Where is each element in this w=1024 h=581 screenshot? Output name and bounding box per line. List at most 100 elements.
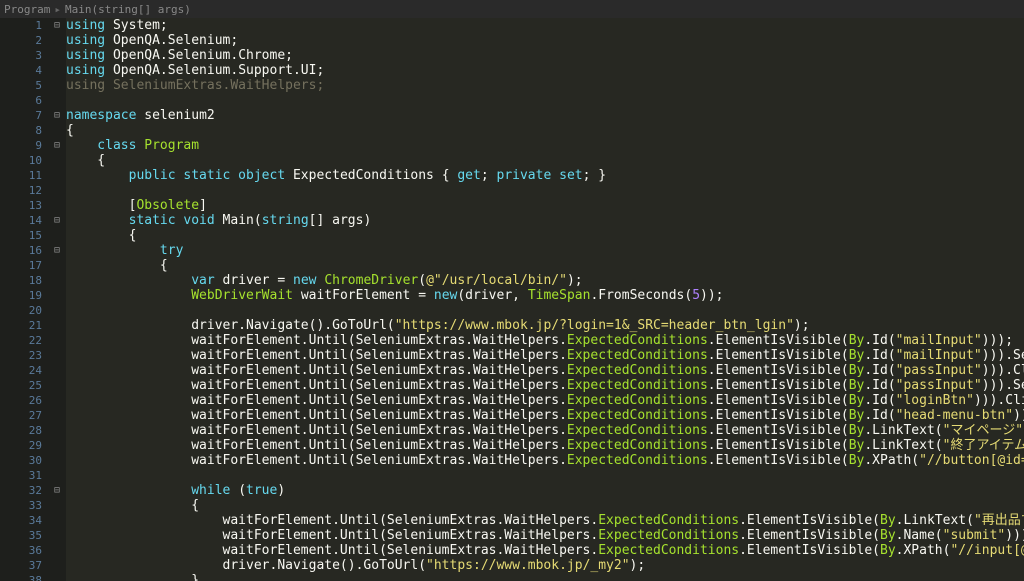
code-line[interactable]: while (true)	[66, 483, 1024, 498]
line-number: 30	[0, 453, 42, 468]
code-line[interactable]: using OpenQA.Selenium.Chrome;	[66, 48, 1024, 63]
line-number: 33	[0, 498, 42, 513]
line-number: 2	[0, 33, 42, 48]
line-number: 6	[0, 93, 42, 108]
breadcrumb-item-program[interactable]: Program	[4, 3, 50, 16]
line-number: 18	[0, 273, 42, 288]
code-line[interactable]	[66, 93, 1024, 108]
fold-toggle	[48, 468, 66, 483]
code-line[interactable]: using OpenQA.Selenium;	[66, 33, 1024, 48]
line-number: 5	[0, 78, 42, 93]
code-line[interactable]: waitForElement.Until(SeleniumExtras.Wait…	[66, 543, 1024, 558]
code-line[interactable]: waitForElement.Until(SeleniumExtras.Wait…	[66, 453, 1024, 468]
code-line[interactable]: static void Main(string[] args)	[66, 213, 1024, 228]
fold-toggle	[48, 153, 66, 168]
code-line[interactable]: }	[66, 573, 1024, 581]
line-number: 25	[0, 378, 42, 393]
line-number: 20	[0, 303, 42, 318]
fold-toggle[interactable]: ⊟	[48, 18, 66, 33]
fold-toggle	[48, 33, 66, 48]
code-line[interactable]: WebDriverWait waitForElement = new(drive…	[66, 288, 1024, 303]
code-area[interactable]: using System;using OpenQA.Selenium;using…	[66, 18, 1024, 581]
line-number: 27	[0, 408, 42, 423]
code-line[interactable]: waitForElement.Until(SeleniumExtras.Wait…	[66, 408, 1024, 423]
line-number: 4	[0, 63, 42, 78]
code-line[interactable]: waitForElement.Until(SeleniumExtras.Wait…	[66, 393, 1024, 408]
fold-toggle	[48, 78, 66, 93]
code-editor[interactable]: 1234567891011121314151617181920212223242…	[0, 18, 1024, 581]
code-line[interactable]: waitForElement.Until(SeleniumExtras.Wait…	[66, 513, 1024, 528]
code-line[interactable]: {	[66, 498, 1024, 513]
code-line[interactable]: waitForElement.Until(SeleniumExtras.Wait…	[66, 378, 1024, 393]
code-line[interactable]: driver.Navigate().GoToUrl("https://www.m…	[66, 318, 1024, 333]
code-line[interactable]: waitForElement.Until(SeleniumExtras.Wait…	[66, 423, 1024, 438]
fold-toggle[interactable]: ⊟	[48, 108, 66, 123]
code-line[interactable]: {	[66, 153, 1024, 168]
line-number: 11	[0, 168, 42, 183]
line-number: 23	[0, 348, 42, 363]
line-number: 36	[0, 543, 42, 558]
fold-toggle	[48, 168, 66, 183]
line-number: 1	[0, 18, 42, 33]
code-line[interactable]: using System;	[66, 18, 1024, 33]
code-line[interactable]: waitForElement.Until(SeleniumExtras.Wait…	[66, 348, 1024, 363]
fold-toggle[interactable]: ⊟	[48, 243, 66, 258]
fold-toggle[interactable]: ⊟	[48, 138, 66, 153]
fold-toggle[interactable]: ⊟	[48, 213, 66, 228]
line-number: 10	[0, 153, 42, 168]
code-line[interactable]: driver.Navigate().GoToUrl("https://www.m…	[66, 558, 1024, 573]
fold-toggle	[48, 558, 66, 573]
code-line[interactable]: waitForElement.Until(SeleniumExtras.Wait…	[66, 363, 1024, 378]
code-line[interactable]: waitForElement.Until(SeleniumExtras.Wait…	[66, 438, 1024, 453]
line-number: 38	[0, 573, 42, 581]
breadcrumb[interactable]: Program ▸ Main(string[] args)	[0, 0, 1024, 18]
line-number: 31	[0, 468, 42, 483]
fold-toggle	[48, 438, 66, 453]
fold-toggle	[48, 378, 66, 393]
code-line[interactable]: {	[66, 123, 1024, 138]
line-number-gutter: 1234567891011121314151617181920212223242…	[0, 18, 48, 581]
code-line[interactable]: var driver = new ChromeDriver(@"/usr/loc…	[66, 273, 1024, 288]
fold-toggle	[48, 423, 66, 438]
fold-toggle	[48, 513, 66, 528]
line-number: 28	[0, 423, 42, 438]
fold-toggle	[48, 258, 66, 273]
line-number: 12	[0, 183, 42, 198]
code-line[interactable]: using SeleniumExtras.WaitHelpers;	[66, 78, 1024, 93]
code-line[interactable]: {	[66, 258, 1024, 273]
code-line[interactable]	[66, 303, 1024, 318]
fold-toggle	[48, 228, 66, 243]
fold-toggle	[48, 528, 66, 543]
code-line[interactable]: using OpenQA.Selenium.Support.UI;	[66, 63, 1024, 78]
code-line[interactable]: try	[66, 243, 1024, 258]
line-number: 3	[0, 48, 42, 63]
fold-toggle	[48, 408, 66, 423]
line-number: 21	[0, 318, 42, 333]
fold-toggle	[48, 318, 66, 333]
code-line[interactable]: waitForElement.Until(SeleniumExtras.Wait…	[66, 333, 1024, 348]
fold-toggle	[48, 498, 66, 513]
code-line[interactable]	[66, 183, 1024, 198]
code-line[interactable]: public static object ExpectedConditions …	[66, 168, 1024, 183]
fold-toggle	[48, 573, 66, 581]
code-line[interactable]: {	[66, 228, 1024, 243]
line-number: 8	[0, 123, 42, 138]
line-number: 37	[0, 558, 42, 573]
code-line[interactable]: class Program	[66, 138, 1024, 153]
fold-gutter[interactable]: ⊟ ⊟ ⊟ ⊟ ⊟ ⊟	[48, 18, 66, 581]
line-number: 34	[0, 513, 42, 528]
fold-toggle	[48, 93, 66, 108]
line-number: 9	[0, 138, 42, 153]
fold-toggle	[48, 183, 66, 198]
line-number: 35	[0, 528, 42, 543]
code-line[interactable]	[66, 468, 1024, 483]
fold-toggle[interactable]: ⊟	[48, 483, 66, 498]
fold-toggle	[48, 288, 66, 303]
code-line[interactable]: [Obsolete]	[66, 198, 1024, 213]
line-number: 19	[0, 288, 42, 303]
line-number: 13	[0, 198, 42, 213]
line-number: 29	[0, 438, 42, 453]
breadcrumb-item-main[interactable]: Main(string[] args)	[65, 3, 191, 16]
code-line[interactable]: waitForElement.Until(SeleniumExtras.Wait…	[66, 528, 1024, 543]
code-line[interactable]: namespace selenium2	[66, 108, 1024, 123]
